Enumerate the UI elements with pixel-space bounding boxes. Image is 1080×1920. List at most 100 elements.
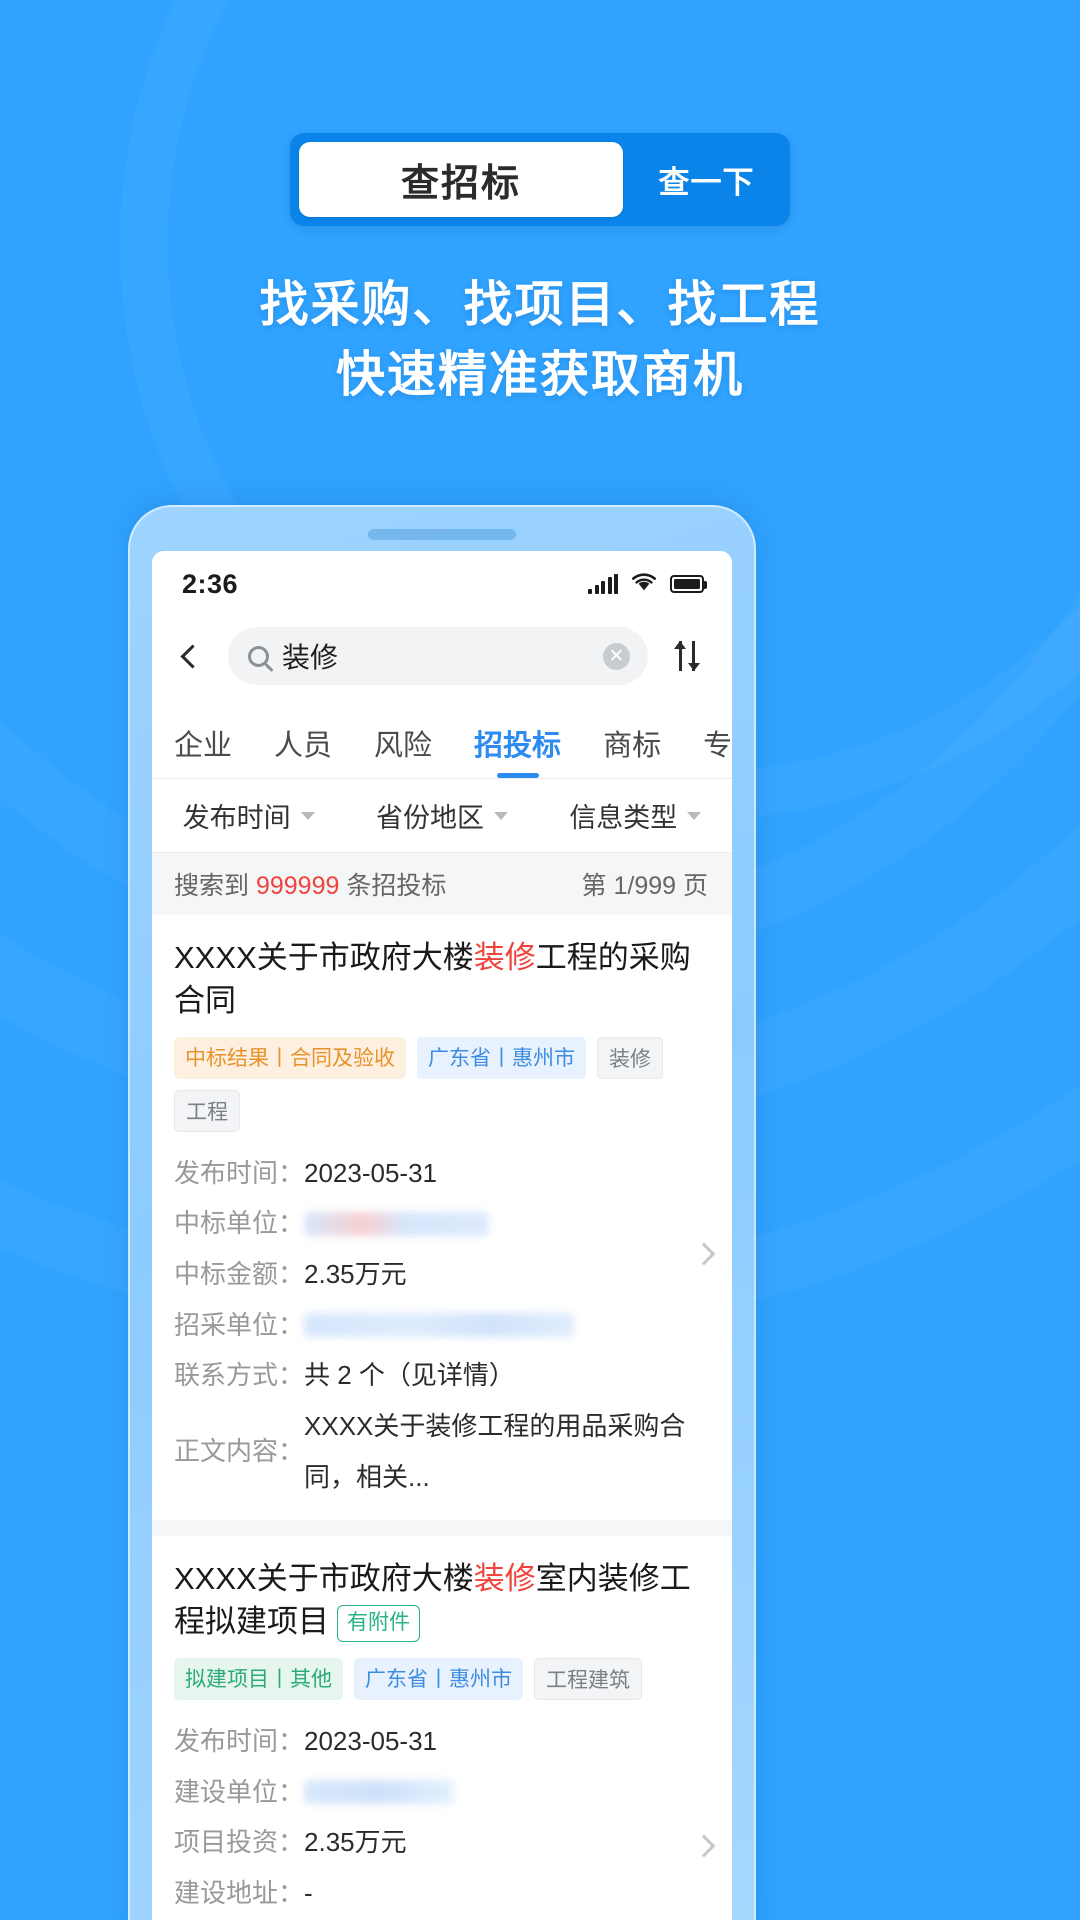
filter-row: 发布时间 省份地区 信息类型: [152, 779, 732, 853]
field-row: 项目投资： 2.35万元: [174, 1817, 710, 1868]
filter-province-region-label: 省份地区: [375, 803, 484, 833]
masked-value: [304, 1779, 455, 1804]
masked-value: [304, 1312, 575, 1337]
status-bar: 2:36: [152, 551, 732, 617]
field-key: 建设地址：: [174, 1877, 305, 1908]
field-row: 招采单位：: [174, 1300, 710, 1351]
tag-keyword: 装修: [597, 1036, 663, 1079]
page-indicator: 第 1/999 页: [581, 872, 708, 900]
result-card[interactable]: XXXX关于市政府大楼装修室内装修工程拟建项目 有附件 拟建项目丨其他 广东省丨惠…: [152, 1536, 732, 1920]
card-separator: [152, 1520, 732, 1537]
filter-info-type-label: 信息类型: [569, 803, 678, 833]
wifi-icon: [631, 572, 657, 597]
tag-region: 广东省丨惠州市: [354, 1657, 523, 1700]
result-title-pre: XXXX关于市政府大楼: [174, 1561, 474, 1597]
result-count-strip: 搜索到 999999 条招投标 第 1/999 页: [152, 853, 732, 915]
field-value: 2023-05-31: [304, 1157, 438, 1188]
field-row: 发布时间： 2023-05-31: [174, 1148, 710, 1199]
battery-full-icon: [670, 575, 707, 593]
promo-header: 查招标 查一下 找采购、找项目、找工程 快速精准获取商机: [0, 0, 1080, 407]
result-count-text: 搜索到 999999 条招投标: [174, 866, 446, 902]
tag-region: 广东省丨惠州市: [417, 1036, 586, 1079]
sort-updown-icon: [673, 641, 701, 671]
tab-risk[interactable]: 风险: [374, 722, 432, 778]
search-input-value: 装修: [282, 642, 339, 673]
result-tags: 中标结果丨合同及验收 广东省丨惠州市 装修 工程: [174, 1036, 710, 1132]
tab-enterprise[interactable]: 企业: [174, 722, 232, 778]
signal-bars-icon: [588, 573, 618, 594]
result-title-highlight: 装修: [473, 940, 536, 975]
search-input[interactable]: 装修 ✕: [228, 627, 648, 685]
field-key: 中标单位：: [174, 1208, 305, 1239]
field-row: 发布时间： 2023-05-31: [174, 1716, 710, 1767]
field-value: 2.35万元: [304, 1827, 407, 1858]
field-row: 中标金额： 2.35万元: [174, 1249, 710, 1300]
result-title: XXXX关于市政府大楼装修工程的采购合同: [174, 937, 710, 1023]
phone-screen: 2:36 装修 ✕ 企业 人员 风险 招投标 商标 专 发布时间 省份地区 信息…: [152, 551, 732, 1920]
field-key: 正文内容：: [174, 1436, 305, 1467]
status-time: 2:36: [182, 568, 239, 599]
result-card[interactable]: XXXX关于市政府大楼装修工程的采购合同 中标结果丨合同及验收 广东省丨惠州市 …: [152, 915, 732, 1521]
tag-keyword: 工程建筑: [534, 1657, 642, 1700]
tab-trademark[interactable]: 商标: [603, 722, 661, 778]
field-row: 中标单位：: [174, 1198, 710, 1249]
clear-circle-icon[interactable]: ✕: [603, 642, 630, 670]
field-key: 建设单位：: [174, 1776, 305, 1807]
sort-button[interactable]: [664, 633, 710, 679]
chevron-down-icon: [300, 811, 315, 820]
attachment-badge: 有附件: [337, 1605, 420, 1643]
result-title: XXXX关于市政府大楼装修室内装修工程拟建项目 有附件: [174, 1558, 710, 1644]
result-tags: 拟建项目丨其他 广东省丨惠州市 工程建筑: [174, 1657, 710, 1700]
promo-headline: 找采购、找项目、找工程 快速精准获取商机: [259, 274, 820, 407]
field-value: 2.35万元: [304, 1258, 407, 1289]
chevron-left-icon: [179, 643, 205, 669]
field-row: 建设单位：: [174, 1767, 710, 1818]
chevron-down-icon: [493, 811, 508, 820]
promo-search-button-label: 查一下: [658, 165, 755, 200]
result-count-number: 999999: [255, 872, 340, 900]
tag-result-type: 拟建项目丨其他: [174, 1657, 343, 1700]
result-count-suffix: 条招投标: [339, 872, 447, 900]
field-row: 建设地址： -: [174, 1868, 710, 1919]
tag-result-type: 中标结果丨合同及验收: [174, 1036, 406, 1079]
field-row: 联系方式： 共 2 个（见详情）: [174, 1350, 710, 1401]
search-icon: [248, 645, 269, 667]
tab-bidding[interactable]: 招投标: [474, 722, 561, 778]
promo-search-keyword: 查招标: [400, 163, 521, 205]
filter-publish-time[interactable]: 发布时间: [152, 796, 345, 835]
filter-publish-time-label: 发布时间: [182, 803, 291, 833]
filter-info-type[interactable]: 信息类型: [539, 796, 732, 835]
promo-search-button[interactable]: 查一下: [623, 157, 790, 202]
chevron-down-icon: [687, 811, 702, 820]
field-value: XXXX关于装修工程的用品采购合同，相关...: [304, 1410, 686, 1492]
masked-value: [304, 1211, 490, 1236]
headline-line-1: 找采购、找项目、找工程: [259, 278, 821, 332]
phone-mockup: 2:36 装修 ✕ 企业 人员 风险 招投标 商标 专 发布时间 省份地区 信息…: [128, 505, 756, 1920]
field-key: 联系方式：: [174, 1360, 305, 1391]
result-fields: 发布时间： 2023-05-31 建设单位： 项目投资： 2.35万元 建设地址…: [174, 1716, 710, 1920]
result-fields: 发布时间： 2023-05-31 中标单位： 中标金额： 2.35万元 招采单位…: [174, 1148, 710, 1503]
tab-patent[interactable]: 专利: [703, 722, 732, 778]
field-value: 2023-05-31: [304, 1725, 438, 1756]
field-key: 发布时间：: [174, 1725, 305, 1756]
status-icons: [588, 572, 707, 597]
category-tabs[interactable]: 企业 人员 风险 招投标 商标 专利 新: [152, 703, 732, 779]
field-key: 发布时间：: [174, 1157, 305, 1188]
field-value: 共 2 个（见详情）: [304, 1360, 515, 1391]
promo-search-field[interactable]: 查招标: [299, 142, 623, 217]
field-key: 招采单位：: [174, 1309, 305, 1340]
back-button[interactable]: [172, 634, 212, 678]
filter-province-region[interactable]: 省份地区: [345, 796, 538, 835]
field-key: 中标金额：: [174, 1258, 305, 1289]
phone-speaker: [368, 529, 516, 540]
field-key: 项目投资：: [174, 1827, 305, 1858]
result-title-highlight: 装修: [473, 1561, 536, 1597]
tag-keyword: 工程: [174, 1089, 240, 1132]
tab-personnel[interactable]: 人员: [274, 722, 332, 778]
result-title-pre: XXXX关于市政府大楼: [174, 940, 474, 975]
field-row: 正文内容： XXXX关于装修工程的用品采购合同，相关...: [174, 1401, 710, 1502]
promo-search-bar[interactable]: 查招标 查一下: [290, 133, 790, 226]
field-value: -: [304, 1877, 313, 1908]
headline-line-2: 快速精准获取商机: [335, 347, 744, 402]
result-count-prefix: 搜索到: [174, 872, 256, 900]
